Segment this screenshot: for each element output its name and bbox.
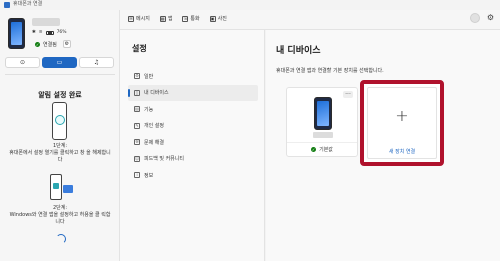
- features-icon: ▤: [134, 106, 140, 113]
- device-name-redacted: [32, 18, 60, 26]
- step1-label: 1단계:: [52, 143, 68, 149]
- default-device-badge: ✓ 기본값: [287, 142, 357, 156]
- feedback-icon: ☺: [134, 155, 140, 162]
- info-icon: i: [134, 172, 140, 179]
- menu-item-label: 문제 해결: [144, 139, 164, 146]
- phone-settings-icon[interactable]: ⚙: [62, 40, 71, 48]
- device-icon: ▯: [134, 89, 140, 96]
- menu-item-personalization[interactable]: ✎ 개인 설정: [128, 118, 258, 135]
- bluetooth-icon: ✱: [32, 30, 36, 35]
- device-name-redacted: [313, 132, 333, 138]
- plus-icon: +: [395, 106, 409, 125]
- gear-icon: ⚙: [134, 73, 140, 80]
- window-title: 휴대폰과 연결: [13, 1, 43, 7]
- settings-panel: 설정 ⚙ 일반 ▯ 내 디바이스 ▤ 기능 ✎ 개인 설정 ⚒ 문제 해결 ☺ …: [120, 30, 265, 261]
- step2-pc-illustration: [63, 185, 73, 193]
- default-label: 기본값: [319, 147, 333, 153]
- step2-description: Windows와 연결 앱을 설정하고 허용을 클 릭합니다: [9, 212, 111, 225]
- settings-gear-icon[interactable]: ⚙: [487, 14, 494, 22]
- setup-title: 알림 설정 완료: [38, 91, 82, 99]
- tab-photos[interactable]: ▣ 사진: [209, 15, 227, 22]
- page-subtitle: 휴대폰과 연결 앱과 연결할 기본 장치를 선택합니다.: [276, 68, 384, 74]
- menu-item-label: 정보: [144, 172, 154, 179]
- add-new-device-button[interactable]: + 새 장치 연결: [360, 80, 444, 166]
- sidebar: ✱ ≋ 76% ✓ 연결됨 ⚙ ⊙ ▭ ♫ 알림 설정 완료 1단계: 휴대폰에…: [0, 10, 120, 261]
- add-device-inner: + 새 장치 연결: [367, 87, 437, 159]
- message-icon: ✉: [128, 15, 134, 22]
- menu-item-label: 기능: [144, 106, 154, 113]
- settings-title: 설정: [132, 44, 147, 53]
- tab-label: 사진: [217, 16, 227, 22]
- page-title: 내 디바이스: [276, 46, 321, 56]
- mode-button-group: ⊙ ▭ ♫: [5, 57, 114, 68]
- add-device-label: 새 장치 연결: [388, 149, 416, 155]
- wifi-icon: ≋: [38, 30, 43, 35]
- audio-mode-button[interactable]: ▭: [42, 57, 77, 68]
- phone-icon: [314, 97, 332, 130]
- phone-status-row: ✱ ≋ 76%: [32, 30, 67, 35]
- loading-spinner-icon: [56, 234, 66, 244]
- connected-check-icon: ✓: [35, 41, 40, 47]
- app-icon: [4, 2, 10, 8]
- divider: [5, 74, 115, 75]
- menu-item-label: 내 디바이스: [144, 90, 169, 97]
- wrench-icon: ⚒: [134, 139, 140, 146]
- do-not-disturb-button[interactable]: ⊙: [5, 57, 40, 68]
- tab-messages[interactable]: ✉ 메시지: [128, 15, 150, 22]
- menu-item-feedback[interactable]: ☺ 피드백 및 커뮤니티: [128, 151, 258, 168]
- tab-calls[interactable]: ☏ 통화: [182, 15, 200, 22]
- tab-apps[interactable]: ▦ 앱: [159, 15, 173, 22]
- menu-item-troubleshoot[interactable]: ⚒ 문제 해결: [128, 134, 258, 151]
- apps-icon: ▦: [159, 15, 166, 22]
- music-button[interactable]: ♫: [79, 57, 114, 68]
- device-card[interactable]: ... ✓ 기본값: [286, 87, 358, 157]
- menu-item-label: 개인 설정: [144, 123, 164, 130]
- phone-icon: ☏: [182, 15, 189, 22]
- menu-item-about[interactable]: i 정보: [128, 167, 258, 184]
- check-icon: ✓: [311, 147, 317, 152]
- step1-description: 휴대폰에서 설정 열기를 클릭하고 창 을 해제합니다: [9, 150, 111, 163]
- menu-item-label: 일반: [144, 73, 154, 80]
- menu-item-my-devices[interactable]: ▯ 내 디바이스: [128, 84, 258, 101]
- menu-item-features[interactable]: ▤ 기능: [128, 101, 258, 118]
- tab-label: 통화: [190, 16, 200, 22]
- menu-item-label: 피드백 및 커뮤니티: [144, 156, 184, 163]
- tab-label: 앱: [167, 16, 173, 22]
- title-bar: 휴대폰과 연결: [0, 0, 500, 10]
- step1-phone-illustration: [52, 102, 67, 140]
- settings-menu: ⚙ 일반 ▯ 내 디바이스 ▤ 기능 ✎ 개인 설정 ⚒ 문제 해결 ☺ 피드백…: [128, 68, 258, 184]
- tab-label: 메시지: [136, 16, 150, 22]
- connection-status: ✓ 연결됨 ⚙: [35, 40, 71, 48]
- connection-status-text: 연결됨: [43, 41, 57, 48]
- personalize-icon: ✎: [134, 122, 140, 129]
- avatar[interactable]: [470, 13, 480, 23]
- step2-phone-illustration: [50, 174, 62, 200]
- step2-label: 2단계:: [52, 205, 68, 211]
- my-devices-content: 내 디바이스 휴대폰과 연결 앱과 연결할 기본 장치를 선택합니다. ... …: [266, 30, 500, 261]
- battery-icon: [45, 30, 54, 35]
- battery-text: 76%: [56, 30, 67, 35]
- top-navigation: ✉ 메시지 ▦ 앱 ☏ 통화 ▣ 사진 ⚙: [120, 10, 500, 30]
- photo-icon: ▣: [209, 15, 216, 22]
- more-options-button[interactable]: ...: [343, 90, 353, 98]
- phone-thumbnail-icon: [8, 18, 25, 49]
- menu-item-general[interactable]: ⚙ 일반: [128, 68, 258, 85]
